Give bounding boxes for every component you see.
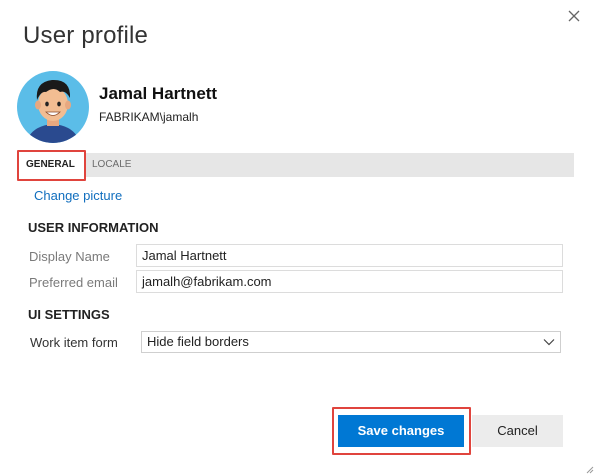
save-changes-button[interactable]: Save changes xyxy=(338,415,464,447)
avatar xyxy=(16,70,90,144)
tab-locale[interactable]: LOCALE xyxy=(92,153,131,177)
resize-grip-icon[interactable] xyxy=(584,461,594,474)
cancel-button[interactable]: Cancel xyxy=(472,415,563,447)
dialog-title: User profile xyxy=(23,22,149,49)
work-item-form-label: Work item form xyxy=(30,335,118,350)
user-display-name: Jamal Hartnett xyxy=(99,84,218,103)
work-item-form-select[interactable]: Hide field borders xyxy=(141,331,561,353)
display-name-field[interactable]: Jamal Hartnett xyxy=(136,244,563,267)
user-account-name: FABRIKAM\jamalh xyxy=(99,110,199,124)
user-information-heading: USER INFORMATION xyxy=(28,220,159,235)
change-picture-link[interactable]: Change picture xyxy=(34,188,122,203)
ui-settings-heading: UI SETTINGS xyxy=(28,307,110,322)
user-profile-dialog: User profile Jamal Hartnett FABRIKAM\jam… xyxy=(0,0,598,475)
close-icon xyxy=(568,10,580,22)
tab-general[interactable]: GENERAL xyxy=(18,153,86,177)
preferred-email-label: Preferred email xyxy=(29,275,118,290)
display-name-label: Display Name xyxy=(29,249,110,264)
chevron-down-icon xyxy=(542,335,556,355)
tab-bar: GENERAL LOCALE xyxy=(18,153,574,177)
close-button[interactable] xyxy=(562,4,586,28)
preferred-email-field[interactable]: jamalh@fabrikam.com xyxy=(136,270,563,293)
work-item-form-value: Hide field borders xyxy=(147,334,249,349)
